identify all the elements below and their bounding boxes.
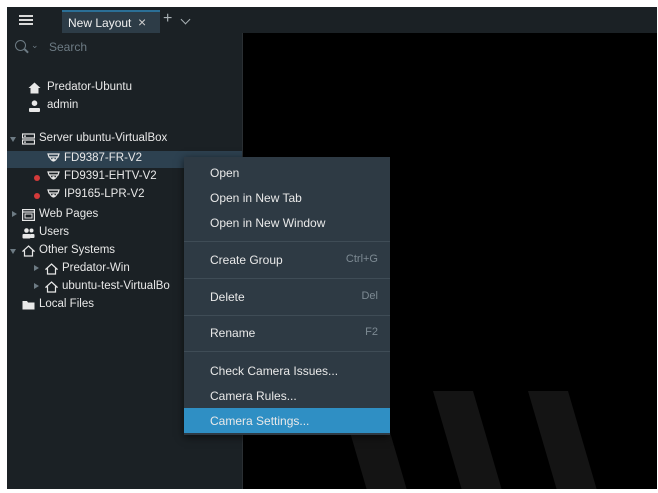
offline-status-icon bbox=[34, 175, 40, 181]
menu-item-delete[interactable]: Delete Del bbox=[184, 284, 390, 309]
chevron-right-icon[interactable] bbox=[12, 211, 17, 217]
add-tab-icon[interactable]: + bbox=[163, 11, 172, 27]
search-icon bbox=[15, 40, 26, 51]
tree-item-server[interactable]: Server ubuntu-VirtualBox bbox=[7, 131, 242, 148]
chevron-right-icon[interactable] bbox=[34, 283, 39, 289]
tree-item-label: IP9165-LPR-V2 bbox=[64, 188, 145, 200]
menu-item-label: Open bbox=[210, 166, 240, 180]
chevron-down-icon[interactable] bbox=[10, 137, 16, 142]
menu-item-label: Check Camera Issues... bbox=[210, 364, 339, 378]
menu-item-rename[interactable]: Rename F2 bbox=[184, 320, 390, 345]
menu-separator bbox=[184, 351, 390, 352]
menu-item-label: Camera Settings... bbox=[210, 414, 310, 428]
application-window: New Layout × + ⌄ Search Predator-Ubuntu … bbox=[7, 7, 657, 489]
user-icon bbox=[29, 100, 40, 112]
tree-item-site[interactable]: Predator-Ubuntu bbox=[7, 80, 242, 97]
web-page-icon bbox=[22, 209, 35, 221]
tree-item-label: Predator-Win bbox=[62, 262, 130, 274]
title-bar: New Layout × + bbox=[7, 7, 657, 33]
house-outline-icon bbox=[45, 263, 58, 275]
menu-item-open-new-tab[interactable]: Open in New Tab bbox=[184, 185, 390, 210]
menu-item-label: Camera Rules... bbox=[210, 389, 297, 403]
menu-separator bbox=[184, 278, 390, 279]
chevron-down-icon[interactable]: ⌄ bbox=[31, 40, 39, 51]
search-placeholder: Search bbox=[49, 40, 88, 54]
home-icon bbox=[28, 82, 41, 94]
tree-item-label: Other Systems bbox=[39, 244, 116, 256]
camera-icon bbox=[47, 171, 60, 180]
menu-item-label: Delete bbox=[210, 290, 245, 304]
chevron-down-icon[interactable] bbox=[10, 249, 16, 254]
tree-item-label: FD9391-EHTV-V2 bbox=[64, 170, 157, 182]
server-icon bbox=[22, 133, 35, 145]
tree-item-label: admin bbox=[47, 99, 79, 111]
context-menu: Open Open in New Tab Open in New Window … bbox=[184, 157, 390, 435]
search-input[interactable]: ⌄ Search bbox=[7, 37, 242, 57]
tree-item-label: Local Files bbox=[39, 298, 94, 310]
menu-item-label: Open in New Tab bbox=[210, 191, 302, 205]
menu-item-label: Rename bbox=[210, 326, 256, 340]
menu-item-camera-rules[interactable]: Camera Rules... bbox=[184, 383, 390, 408]
tree-item-user[interactable]: admin bbox=[7, 98, 242, 115]
menu-item-label: Create Group bbox=[210, 253, 283, 267]
tree-item-label: Predator-Ubuntu bbox=[47, 81, 133, 93]
close-icon[interactable]: × bbox=[138, 14, 146, 30]
chevron-right-icon[interactable] bbox=[34, 265, 39, 271]
users-icon bbox=[22, 228, 35, 239]
chevron-down-icon[interactable] bbox=[180, 14, 191, 25]
tree-item-label: Web Pages bbox=[39, 208, 99, 220]
menu-item-create-group[interactable]: Create Group Ctrl+G bbox=[184, 247, 390, 272]
house-outline-icon bbox=[22, 245, 35, 257]
menu-item-shortcut: Ctrl+G bbox=[345, 253, 378, 265]
menu-separator bbox=[184, 241, 390, 242]
hamburger-icon[interactable] bbox=[19, 15, 33, 25]
camera-icon bbox=[47, 153, 60, 162]
tree-item-label: Users bbox=[39, 226, 70, 238]
menu-item-check-camera-issues[interactable]: Check Camera Issues... bbox=[184, 358, 390, 383]
tab-label: New Layout bbox=[68, 16, 132, 30]
tab-new-layout[interactable]: New Layout × bbox=[62, 10, 160, 33]
menu-separator bbox=[184, 315, 390, 316]
menu-item-open[interactable]: Open bbox=[184, 160, 390, 185]
menu-item-open-new-window[interactable]: Open in New Window bbox=[184, 210, 390, 235]
folder-icon bbox=[22, 301, 35, 310]
offline-status-icon bbox=[34, 193, 40, 199]
menu-item-shortcut: Del bbox=[361, 290, 378, 302]
menu-item-camera-settings[interactable]: Camera Settings... bbox=[184, 408, 390, 433]
tree-item-label: FD9387-FR-V2 bbox=[64, 152, 142, 164]
menu-item-shortcut: F2 bbox=[365, 326, 378, 338]
tree-item-label: ubuntu-test-VirtualBo bbox=[62, 280, 170, 292]
house-outline-icon bbox=[45, 281, 58, 293]
camera-icon bbox=[47, 189, 60, 198]
menu-item-label: Open in New Window bbox=[210, 216, 326, 230]
tree-item-label: Server ubuntu-VirtualBox bbox=[39, 132, 168, 144]
